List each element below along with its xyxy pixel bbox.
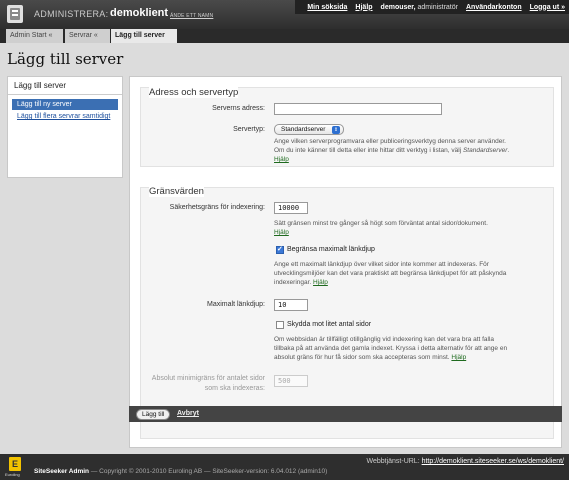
index-limit-help-link[interactable]: Hjälp [274,229,289,236]
server-type-help-italic: Standardserver [462,147,508,154]
breadcrumb: Admin Start « Servrar « Lägg till server [0,29,569,43]
webservice-url-label: Webbtjänst-URL: [366,458,420,465]
limit-link-depth-help-link[interactable]: Hjälp [313,279,328,286]
limit-link-depth-label[interactable]: Begränsa maximalt länkdjup [287,246,375,253]
index-limit-help: Sätt gränsen minst tre gånger så högt so… [274,219,512,237]
index-limit-label: Säkerhetsgräns för indexering: [169,204,265,211]
index-limit-help-text: Sätt gränsen minst tre gånger så högt so… [274,220,488,227]
limit-link-depth-help-text: Ange ett maximalt länkdjup över vilket s… [274,261,507,286]
copyright: SiteSeeker Admin — Copyright © 2001-2010… [34,468,327,475]
limit-link-depth-checkbox[interactable] [276,245,284,254]
webservice-url: Webbtjänst-URL: http://demoklient.sitese… [366,458,564,465]
user-name: demouser, [380,3,416,11]
server-address-input[interactable] [274,103,442,115]
max-depth-input[interactable] [274,299,308,311]
max-depth-label: Maximalt länkdjup: [207,301,265,308]
sidebar-item-add-new-server[interactable]: Lägg till ny server [12,99,118,110]
limit-link-depth-help: Ange ett maximalt länkdjup över vilket s… [274,260,512,287]
admin-label: ADMINISTRERA: [34,9,109,19]
sidebar: Lägg till server Lägg till ny server Läg… [7,76,123,178]
cancel-link[interactable]: Avbryt [177,410,199,417]
copyright-text: — Copyright © 2001-2010 Euroling AB — Si… [89,468,328,475]
server-type-help-link[interactable]: Hjälp [274,156,289,163]
server-type-select[interactable]: Standardserver ⇕ [274,124,344,135]
protect-small-pages-help-text: Om webbsidan är tillfälligt otillgänglig… [274,336,508,361]
protect-small-pages-checkbox[interactable] [276,321,284,329]
server-type-label: Servertyp: [233,126,265,133]
index-limit-input[interactable] [274,202,308,214]
main-panel: Adress och servertyp Serverns adress: Se… [129,76,562,448]
euroling-logo-text: Euroling [5,472,20,477]
webservice-url-link[interactable]: http://demoklient.siteseeker.se/ws/demok… [422,458,564,465]
min-pages-label-line1: Absolut minimigräns för antalet sidor [151,375,265,382]
user-accounts-link[interactable]: Användarkonton [466,4,522,11]
my-search-page-link[interactable]: Min söksida [307,4,347,11]
address-section: Adress och servertyp Serverns adress: Se… [140,87,554,167]
form-actions-bar: Lägg till Avbryt [129,406,562,422]
page-title: Lägg till server [7,50,124,68]
server-type-selected-value: Standardserver [281,126,326,133]
user-role: administratör [417,3,458,11]
limits-section-title: Gränsvärden [149,186,204,197]
sidebar-title: Lägg till server [8,77,122,95]
euroling-logo-icon: E [9,457,21,471]
address-section-title: Adress och servertyp [149,87,239,98]
min-pages-label: Absolut minimigräns för antalet sidor so… [141,374,265,394]
protect-small-pages-help: Om webbsidan är tillfälligt otillgänglig… [274,335,512,362]
add-button[interactable]: Lägg till [136,409,171,420]
min-pages-input[interactable] [274,375,308,387]
protect-small-pages-help-link[interactable]: Hjälp [451,354,466,361]
siteseeker-logo-icon [7,5,23,23]
product-name: SiteSeeker Admin [34,468,90,475]
sidebar-item-add-multiple-servers[interactable]: Lägg till flera servrar samtidigt [12,113,118,121]
limits-section: Gränsvärden Säkerhetsgräns för indexerin… [140,186,554,439]
help-link[interactable]: Hjälp [355,4,372,11]
min-pages-label-line2: som ska indexeras: [204,385,265,392]
server-type-help: Ange vilken serverprogramvara eller publ… [274,138,510,163]
change-name-link[interactable]: ÄNDE ETT NAMN [170,13,213,19]
page-footer: E Euroling Webbtjänst-URL: http://demokl… [0,454,569,480]
current-user: demouser, administratör [381,4,458,11]
breadcrumb-admin-start[interactable]: Admin Start « [6,29,63,43]
logout-link[interactable]: Logga ut » [530,4,565,11]
content-area: Lägg till server Lägg till server Lägg t… [0,43,569,454]
breadcrumb-add-server: Lägg till server [111,29,177,43]
client-name: demoklient [110,7,169,19]
breadcrumb-servers[interactable]: Servrar « [65,29,110,43]
select-arrows-icon: ⇕ [332,126,340,134]
top-header: ADMINISTRERA: demoklient ÄNDE ETT NAMN M… [0,0,569,29]
svg-text:E: E [12,459,18,469]
top-navigation: Min söksida Hjälp demouser, administratö… [295,0,569,14]
server-address-label: Serverns adress: [212,105,265,112]
protect-small-pages-label[interactable]: Skydda mot litet antal sidor [287,321,371,328]
